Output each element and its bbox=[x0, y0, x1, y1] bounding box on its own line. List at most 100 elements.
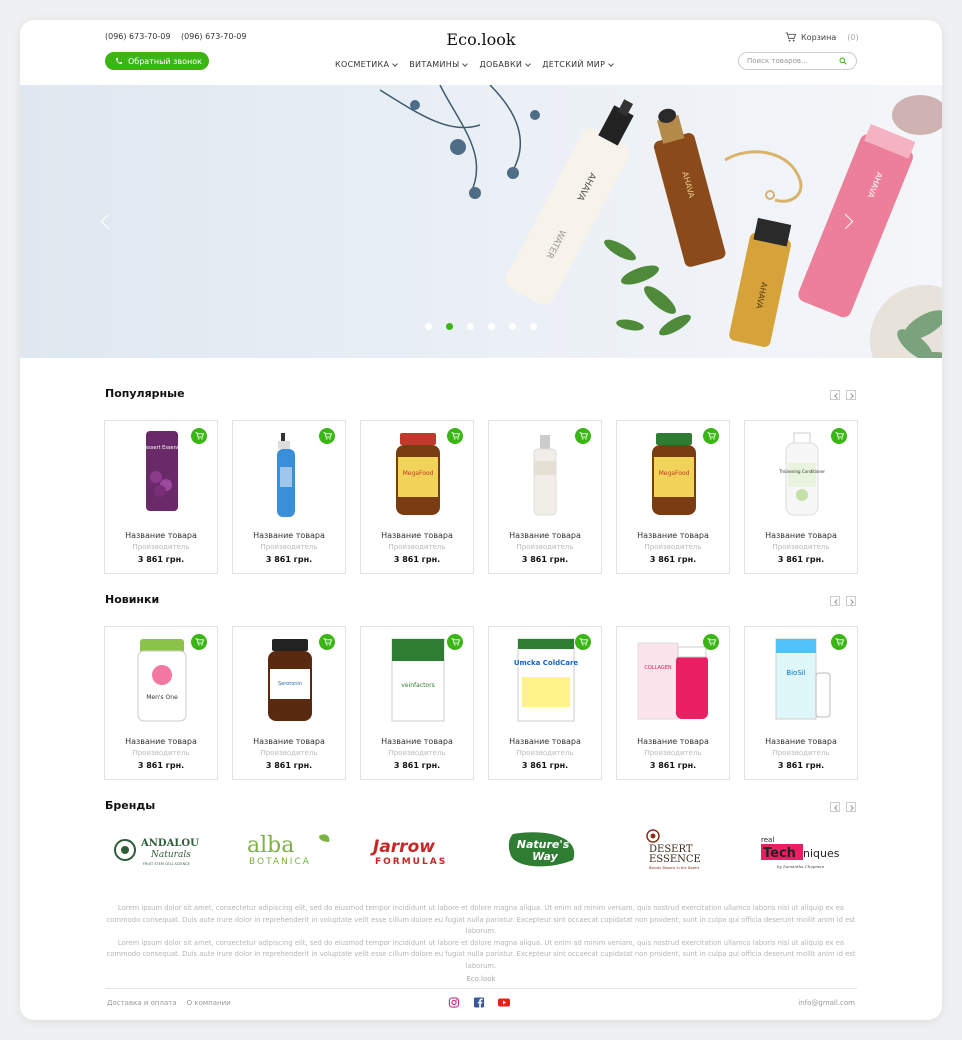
product-card[interactable]: Thickening Conditioner Название товара П… bbox=[744, 420, 858, 574]
product-card[interactable]: BioSil Название товара Производитель 3 8… bbox=[744, 626, 858, 780]
product-card[interactable]: Umcka ColdCare Название товара Производи… bbox=[488, 626, 602, 780]
add-to-cart-button[interactable] bbox=[191, 634, 207, 650]
facebook-icon[interactable] bbox=[473, 997, 485, 1008]
product-card[interactable]: Men's One Название товара Производитель … bbox=[104, 626, 218, 780]
footer-email[interactable]: info@gmail.com bbox=[798, 999, 855, 1007]
footer-link-delivery[interactable]: Доставка и оплата bbox=[107, 999, 177, 1007]
product-name[interactable]: Название товара bbox=[745, 737, 857, 746]
footer-links: Доставка и оплата О компании bbox=[107, 999, 231, 1007]
brand-text: by Samantha Chapman bbox=[777, 864, 825, 869]
chevron-down-icon bbox=[525, 60, 532, 67]
product-price: 3 861 грн. bbox=[393, 761, 441, 770]
product-name[interactable]: Название товара bbox=[105, 531, 217, 540]
product-price: 3 861 грн. bbox=[521, 761, 569, 770]
add-to-cart-button[interactable] bbox=[703, 634, 719, 650]
brand-logo: Nature's Way bbox=[508, 832, 575, 867]
nav-item-vitamins[interactable]: ВИТАМИНЫ bbox=[409, 60, 469, 69]
product-image: MegaFood bbox=[396, 433, 440, 515]
slider-dot-active[interactable] bbox=[446, 323, 453, 330]
product-card[interactable]: MegaFood Название товара Производитель 3… bbox=[360, 420, 474, 574]
product-card[interactable]: Название товара Производитель 3 861 грн. bbox=[232, 420, 346, 574]
search-icon[interactable] bbox=[839, 57, 847, 65]
product-maker: Производитель bbox=[772, 543, 830, 551]
hero-dots bbox=[425, 323, 537, 330]
product-name[interactable]: Название товара bbox=[361, 737, 473, 746]
callback-button[interactable]: Обратный звонок bbox=[105, 52, 209, 70]
product-image: BioSil bbox=[775, 638, 831, 720]
nav-item-cosmetics[interactable]: КОСМЕТИКА bbox=[335, 60, 399, 69]
add-to-cart-button[interactable] bbox=[575, 634, 591, 650]
popular-title: Популярные bbox=[105, 387, 185, 400]
add-to-cart-button[interactable] bbox=[319, 428, 335, 444]
product-name[interactable]: Название товара bbox=[617, 737, 729, 746]
nav-item-supplements[interactable]: ДОБАВКИ bbox=[479, 60, 532, 69]
slider-dot[interactable] bbox=[530, 323, 537, 330]
brand-logo: ANDALOU Naturals FRUIT STEM CELL SCIENCE bbox=[114, 838, 199, 866]
youtube-icon[interactable] bbox=[498, 997, 510, 1008]
product-image: Umcka ColdCare bbox=[514, 638, 578, 722]
slider-dot[interactable] bbox=[425, 323, 432, 330]
cart-icon bbox=[451, 432, 460, 440]
next-button[interactable] bbox=[846, 596, 856, 606]
product-image: Men's One bbox=[137, 639, 187, 722]
brand-real-techniques[interactable]: real Tech niques by Samantha Chapman bbox=[745, 828, 857, 872]
prev-button[interactable] bbox=[830, 596, 840, 606]
product-price: 3 861 грн. bbox=[649, 555, 697, 564]
next-button[interactable] bbox=[846, 802, 856, 812]
add-to-cart-button[interactable] bbox=[575, 428, 591, 444]
product-name[interactable]: Название товара bbox=[361, 531, 473, 540]
slider-dot[interactable] bbox=[488, 323, 495, 330]
hero-next-arrow[interactable] bbox=[842, 212, 854, 232]
product-name[interactable]: Название товара bbox=[233, 531, 345, 540]
slider-dot[interactable] bbox=[467, 323, 474, 330]
add-to-cart-button[interactable] bbox=[447, 634, 463, 650]
add-to-cart-button[interactable] bbox=[703, 428, 719, 444]
product-card[interactable]: MegaFood Название товара Производитель 3… bbox=[616, 420, 730, 574]
brand-natures-way[interactable]: Nature's Way bbox=[489, 828, 601, 872]
nav-item-kids[interactable]: ДЕТСКИЙ МИР bbox=[542, 60, 615, 69]
product-card[interactable]: veinfactors Название товара Производител… bbox=[360, 626, 474, 780]
footer-link-about[interactable]: О компании bbox=[187, 999, 231, 1007]
product-card[interactable]: Название товара Производитель 3 861 грн. bbox=[488, 420, 602, 574]
brand-jarrow[interactable]: Jarrow FORMULAS bbox=[361, 828, 473, 872]
product-name[interactable]: Название товара bbox=[489, 737, 601, 746]
brand-logo: real Tech niques by Samantha Chapman bbox=[761, 836, 840, 869]
add-to-cart-button[interactable] bbox=[319, 634, 335, 650]
add-to-cart-button[interactable] bbox=[191, 428, 207, 444]
hero-prev-arrow[interactable] bbox=[100, 212, 112, 232]
search-input[interactable] bbox=[747, 57, 839, 65]
slider-dot[interactable] bbox=[509, 323, 516, 330]
next-button[interactable] bbox=[846, 390, 856, 400]
product-name[interactable]: Название товара bbox=[489, 531, 601, 540]
product-card[interactable]: COLLAGEN Название товара Производитель 3… bbox=[616, 626, 730, 780]
hero-image: AHAVA WATER AHAVA AHAVA AHAVA bbox=[379, 85, 942, 358]
main-nav: КОСМЕТИКА ВИТАМИНЫ ДОБАВКИ ДЕТСКИЙ МИР bbox=[335, 60, 615, 69]
cart-link[interactable]: Корзина (0) bbox=[785, 32, 859, 42]
product-name[interactable]: Название товара bbox=[745, 531, 857, 540]
add-to-cart-button[interactable] bbox=[447, 428, 463, 444]
footer-divider bbox=[105, 988, 857, 989]
add-to-cart-button[interactable] bbox=[831, 634, 847, 650]
brand-logo: alba BOTANICA bbox=[247, 833, 330, 867]
brand-text: real bbox=[761, 836, 774, 844]
instagram-icon[interactable] bbox=[448, 997, 460, 1008]
product-label: COLLAGEN bbox=[644, 665, 671, 671]
product-name[interactable]: Название товара bbox=[617, 531, 729, 540]
cart-icon bbox=[451, 638, 460, 646]
prev-button[interactable] bbox=[830, 390, 840, 400]
product-name[interactable]: Название товара bbox=[233, 737, 345, 746]
brand-andalou[interactable]: ANDALOU Naturals FRUIT STEM CELL SCIENCE bbox=[105, 828, 217, 872]
brand-desert-essence[interactable]: DESERT ESSENCE Beauty Blooms in the Dese… bbox=[617, 828, 729, 872]
cart-count: (0) bbox=[847, 32, 859, 42]
product-card[interactable]: Dessert Essence Название товара Производ… bbox=[104, 420, 218, 574]
product-maker: Производитель bbox=[516, 749, 574, 757]
prev-button[interactable] bbox=[830, 802, 840, 812]
product-name[interactable]: Название товара bbox=[105, 737, 217, 746]
product-price: 3 861 грн. bbox=[137, 761, 185, 770]
cart-icon bbox=[323, 432, 332, 440]
add-to-cart-button[interactable] bbox=[831, 428, 847, 444]
brand-alba[interactable]: alba BOTANICA bbox=[233, 828, 345, 872]
chevron-down-icon bbox=[392, 60, 399, 67]
product-label: Dessert Essence bbox=[141, 445, 182, 451]
product-card[interactable]: Serotonin Название товара Производитель … bbox=[232, 626, 346, 780]
